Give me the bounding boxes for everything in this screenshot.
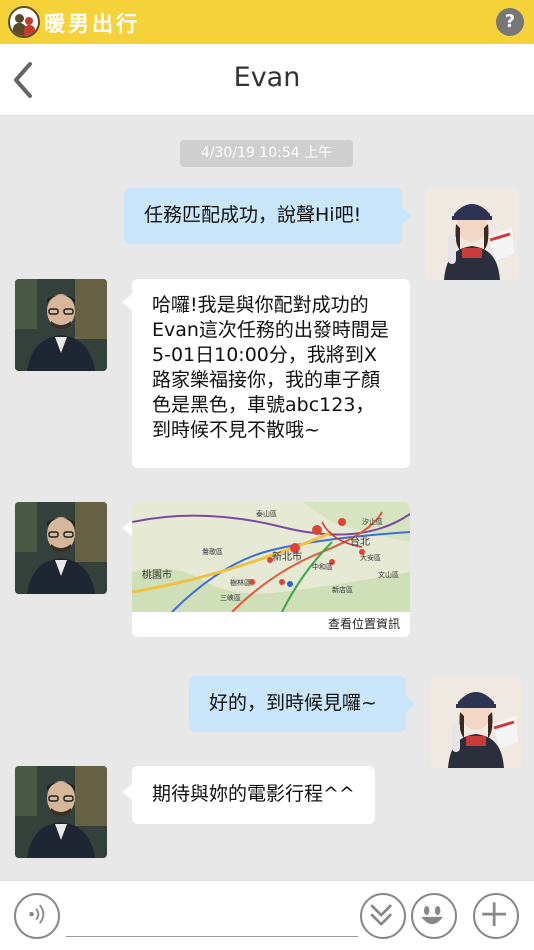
location-card[interactable]: 桃園市 新北市 台北 鶯歌區 樹林區 中和區 大安區 文山區 三峽區 新店區 泰… bbox=[132, 502, 410, 637]
brand-name: 暖男出行 bbox=[44, 12, 140, 36]
plus-icon[interactable] bbox=[473, 893, 519, 939]
svg-text:汐止區: 汐止區 bbox=[362, 517, 383, 526]
message-bubble-outgoing: 好的，到時候見囉~ bbox=[189, 676, 406, 732]
svg-text:台北: 台北 bbox=[350, 535, 370, 548]
message-input[interactable] bbox=[66, 899, 358, 937]
svg-text:樹林區: 樹林區 bbox=[230, 578, 251, 587]
contact-avatar[interactable] bbox=[15, 766, 107, 858]
svg-text:新店區: 新店區 bbox=[332, 585, 353, 594]
message-text: 好的，到時候見囉~ bbox=[209, 692, 377, 714]
message-bubble-incoming: 哈囉!我是與你配對成功的Evan這次任務的出發時間是5-01日10:00分，我將… bbox=[132, 279, 410, 468]
svg-text:新北市: 新北市 bbox=[272, 550, 302, 563]
bubble-tail bbox=[122, 294, 132, 310]
bubble-tail bbox=[406, 696, 416, 712]
map-preview[interactable]: 桃園市 新北市 台北 鶯歌區 樹林區 中和區 大安區 文山區 三峽區 新店區 泰… bbox=[132, 502, 410, 612]
message-text: 期待與妳的電影行程^^ bbox=[152, 783, 355, 805]
message-bubble-incoming: 期待與妳的電影行程^^ bbox=[132, 766, 375, 824]
my-avatar[interactable] bbox=[430, 676, 522, 768]
double-chevron-down-icon[interactable] bbox=[360, 893, 406, 939]
brand-bar: 暖男出行 ? bbox=[0, 0, 534, 44]
help-icon[interactable]: ? bbox=[496, 8, 524, 36]
chat-timestamp: 4/30/19 10:54 上午 bbox=[180, 140, 353, 167]
view-location-link[interactable]: 查看位置資訊 bbox=[328, 615, 400, 632]
brand-logo-icon bbox=[8, 6, 40, 38]
bubble-tail bbox=[122, 784, 132, 800]
svg-text:泰山區: 泰山區 bbox=[256, 509, 277, 518]
page-title: Evan bbox=[233, 62, 301, 93]
svg-text:大安區: 大安區 bbox=[360, 553, 381, 562]
svg-text:三峽區: 三峽區 bbox=[220, 593, 241, 602]
chat-area[interactable]: 4/30/19 10:54 上午 任務匹配成功，說聲Hi吧! 哈囉!我是與你配對… bbox=[0, 116, 534, 880]
smiley-icon[interactable] bbox=[411, 893, 457, 939]
message-text: 哈囉!我是與你配對成功的Evan這次任務的出發時間是5-01日10:00分，我將… bbox=[152, 294, 389, 441]
message-bubble-outgoing: 任務匹配成功，說聲Hi吧! bbox=[124, 188, 402, 244]
composer-bar bbox=[0, 880, 534, 950]
message-text: 任務匹配成功，說聲Hi吧! bbox=[144, 204, 362, 226]
bubble-tail bbox=[122, 520, 132, 536]
my-avatar[interactable] bbox=[426, 188, 518, 280]
svg-text:鶯歌區: 鶯歌區 bbox=[202, 547, 223, 556]
contact-avatar[interactable] bbox=[15, 502, 107, 594]
contact-avatar[interactable] bbox=[15, 279, 107, 371]
chat-header: Evan bbox=[0, 44, 534, 116]
svg-text:文山區: 文山區 bbox=[378, 570, 399, 579]
bubble-tail bbox=[402, 208, 412, 224]
voice-icon[interactable] bbox=[14, 893, 60, 939]
svg-text:中和區: 中和區 bbox=[312, 562, 333, 571]
svg-text:桃園市: 桃園市 bbox=[142, 568, 172, 581]
